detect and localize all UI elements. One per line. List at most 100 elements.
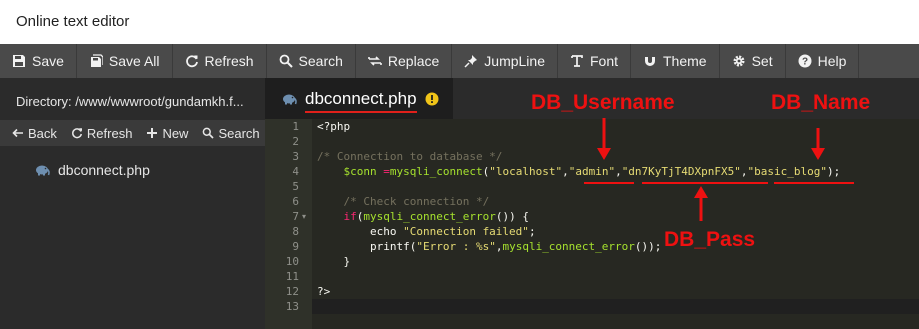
search-label: Search bbox=[298, 53, 343, 69]
line-number: 3 bbox=[292, 150, 299, 163]
code-token: <?php bbox=[317, 120, 351, 133]
file-item-dbconnect[interactable]: dbconnect.php bbox=[34, 162, 150, 178]
line-number: 10 bbox=[285, 255, 299, 268]
line-number: 5 bbox=[292, 180, 299, 193]
code-token: mysqli_connect_error bbox=[502, 240, 635, 253]
magnet-icon bbox=[645, 55, 655, 66]
code-token: ; bbox=[528, 225, 536, 238]
code-line: ?> bbox=[317, 284, 330, 299]
refresh-icon bbox=[185, 55, 198, 68]
code-token: , bbox=[562, 165, 569, 178]
line-number: 8 bbox=[292, 225, 299, 238]
code-line: printf("Error : %s",mysqli_connect_error… bbox=[317, 239, 661, 254]
search-button[interactable]: Search bbox=[267, 44, 356, 78]
set-label: Set bbox=[751, 53, 773, 69]
fold-toggle-icon[interactable]: ▾ bbox=[302, 209, 310, 224]
code-token: , bbox=[615, 165, 622, 178]
gear-icon bbox=[733, 55, 745, 67]
active-line-highlight bbox=[312, 299, 919, 314]
search-icon bbox=[279, 54, 293, 68]
line-number: 12 bbox=[285, 285, 299, 298]
code-token: ); bbox=[827, 165, 841, 178]
code-editor[interactable]: 1 2 3 4 5 6 7 8 9 10 11 12 13 ▾ <?php/* Connection to… bbox=[265, 119, 919, 329]
code-token: "admin" bbox=[568, 165, 616, 178]
refresh-label: Refresh bbox=[204, 53, 254, 69]
save-button[interactable]: Save bbox=[0, 44, 77, 78]
search-icon bbox=[203, 127, 215, 139]
code-token: /* Check connection */ bbox=[343, 195, 490, 208]
code-token: "basic_blog" bbox=[747, 165, 828, 178]
jumpline-button[interactable]: JumpLine bbox=[452, 44, 558, 78]
code-token: echo bbox=[317, 225, 404, 238]
tab-label: dbconnect.php bbox=[305, 88, 417, 113]
code-line: $conn =mysqli_connect("localhost","admin… bbox=[317, 164, 841, 179]
back-button[interactable]: Back bbox=[12, 126, 57, 141]
annotation-db-username: DB_Username bbox=[531, 91, 675, 114]
code-line: /* Connection to database */ bbox=[317, 149, 502, 164]
theme-button[interactable]: Theme bbox=[631, 44, 720, 78]
sidebar-search-label: Search bbox=[218, 125, 260, 141]
code-token: "localhost" bbox=[489, 165, 563, 178]
code-token: , bbox=[740, 165, 748, 178]
file-name: dbconnect.php bbox=[58, 162, 150, 178]
new-button[interactable]: New bbox=[146, 126, 188, 141]
save-icon bbox=[13, 55, 25, 67]
font-icon bbox=[571, 55, 583, 67]
annotation-db-name: DB_Name bbox=[771, 91, 871, 114]
back-label: Back bbox=[28, 125, 57, 141]
code-token: $conn bbox=[343, 165, 377, 178]
code-token: ()) { bbox=[495, 210, 529, 223]
sidebar-search-button[interactable]: Search bbox=[202, 125, 260, 141]
font-label: Font bbox=[589, 53, 618, 69]
file-sidebar: Directory: /www/wwwroot/gundamkh.f... Ba… bbox=[0, 78, 265, 329]
pin-icon bbox=[464, 55, 478, 68]
replace-label: Replace bbox=[387, 53, 440, 69]
code-line: } bbox=[317, 254, 350, 269]
refresh-icon bbox=[71, 128, 82, 139]
line-number: 4 bbox=[292, 165, 299, 178]
plus-icon bbox=[147, 128, 158, 138]
code-token: if bbox=[343, 210, 357, 223]
set-button[interactable]: Set bbox=[720, 44, 786, 78]
elephant-icon bbox=[36, 165, 50, 176]
replace-icon bbox=[368, 56, 382, 66]
sidebar-actions: Back Refresh New Search bbox=[0, 120, 265, 146]
new-label: New bbox=[162, 125, 189, 141]
code-token: "Error : %s" bbox=[416, 240, 496, 253]
save-all-button[interactable]: Save All bbox=[77, 44, 173, 78]
elephant-icon bbox=[283, 94, 297, 104]
code-token: = bbox=[383, 165, 390, 178]
code-token: "Connection failed" bbox=[403, 225, 529, 238]
annotation-db-pass: DB_Pass bbox=[664, 228, 756, 251]
refresh-button[interactable]: Refresh bbox=[173, 44, 267, 78]
line-number: 7 bbox=[292, 210, 299, 223]
line-number: 13 bbox=[285, 300, 299, 313]
code-token: ()); bbox=[634, 240, 662, 253]
svg-text:?: ? bbox=[802, 57, 808, 68]
sidebar-refresh-label: Refresh bbox=[86, 125, 133, 141]
line-gutter: 1 2 3 4 5 6 7 8 9 10 11 12 13 ▾ bbox=[265, 119, 312, 329]
code-token: mysqli_connect bbox=[389, 165, 483, 178]
warning-icon bbox=[425, 92, 439, 105]
line-number: 9 bbox=[292, 240, 299, 253]
line-number: 11 bbox=[285, 270, 299, 283]
code-line: <?php bbox=[317, 119, 350, 134]
code-token: printf( bbox=[317, 240, 417, 253]
code-token: "dn7KyTjT4DXpnFX5" bbox=[621, 165, 741, 178]
save-all-label: Save All bbox=[108, 53, 160, 69]
sidebar-refresh-button[interactable]: Refresh bbox=[71, 125, 133, 141]
code-token: ?> bbox=[317, 285, 331, 298]
jumpline-label: JumpLine bbox=[484, 53, 545, 69]
font-button[interactable]: Font bbox=[558, 44, 631, 78]
toolbar: Save Save All Refresh Search Replace Jum… bbox=[0, 44, 919, 78]
theme-label: Theme bbox=[663, 53, 707, 69]
code-token: } bbox=[317, 255, 351, 268]
window-title: Online text editor bbox=[16, 13, 130, 30]
tab-dbconnect[interactable]: dbconnect.php bbox=[265, 78, 453, 119]
save-all-icon bbox=[90, 54, 103, 67]
line-number: 6 bbox=[292, 195, 299, 208]
replace-button[interactable]: Replace bbox=[356, 44, 453, 78]
code-line: echo "Connection failed"; bbox=[317, 224, 536, 239]
help-button[interactable]: ? Help bbox=[786, 44, 860, 78]
